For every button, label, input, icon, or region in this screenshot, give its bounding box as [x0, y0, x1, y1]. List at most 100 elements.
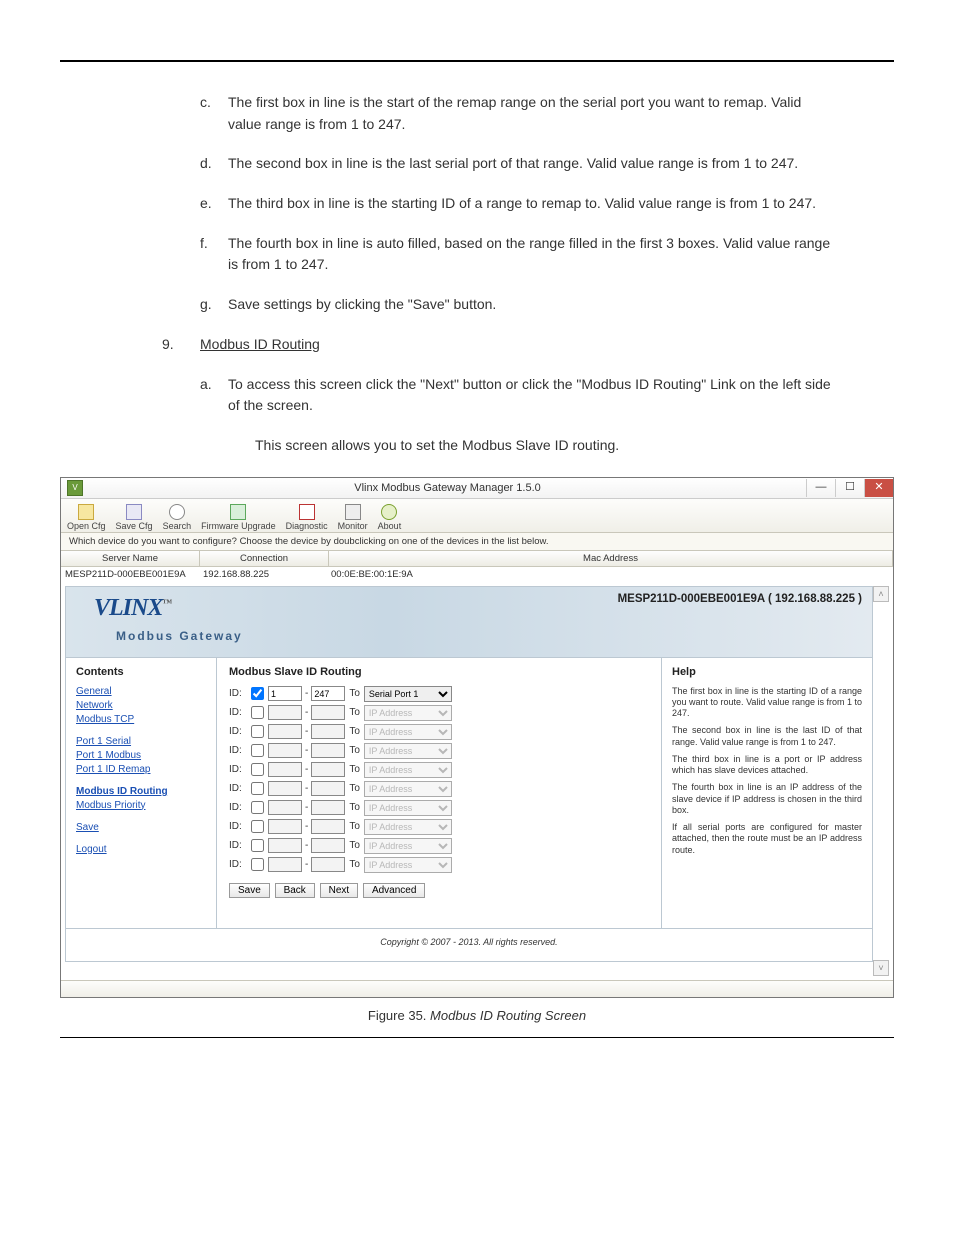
save-button[interactable]: Save: [229, 883, 270, 898]
search-button[interactable]: Search: [163, 504, 192, 531]
nav-modbus-id-routing[interactable]: Modbus ID Routing: [76, 786, 206, 797]
id-start-input[interactable]: [268, 800, 302, 815]
route-target-select[interactable]: IP Address: [364, 800, 452, 816]
save-cfg-button[interactable]: Save Cfg: [116, 504, 153, 531]
id-start-input[interactable]: [268, 781, 302, 796]
id-label: ID:: [229, 821, 251, 832]
id-start-input[interactable]: [268, 857, 302, 872]
status-bar: [61, 980, 893, 997]
contents-heading: Contents: [76, 666, 206, 678]
monitor-button[interactable]: Monitor: [338, 504, 368, 531]
logo-subtitle: Modbus Gateway: [116, 629, 243, 643]
id-start-input[interactable]: [268, 743, 302, 758]
help-panel: Help The first box in line is the starti…: [662, 658, 872, 928]
diagnostic-button[interactable]: Diagnostic: [286, 504, 328, 531]
maximize-button[interactable]: ☐: [835, 479, 864, 497]
back-button[interactable]: Back: [275, 883, 315, 898]
scroll-up-button[interactable]: ˄: [873, 586, 889, 602]
nav-port1-remap[interactable]: Port 1 ID Remap: [76, 764, 206, 775]
about-button[interactable]: About: [378, 504, 402, 531]
routing-row: ID:-ToIP Address: [229, 819, 649, 835]
route-target-select[interactable]: IP Address: [364, 762, 452, 778]
id-end-input[interactable]: [311, 838, 345, 853]
col-connection[interactable]: Connection: [200, 551, 329, 566]
next-button[interactable]: Next: [320, 883, 359, 898]
help-p4: The fourth box in line is an IP address …: [672, 782, 862, 816]
row-enable-checkbox[interactable]: [251, 820, 264, 833]
nav-modbus-tcp[interactable]: Modbus TCP: [76, 714, 206, 725]
copyright: Copyright © 2007 - 2013. All rights rese…: [65, 929, 873, 962]
route-target-select[interactable]: IP Address: [364, 819, 452, 835]
id-start-input[interactable]: [268, 838, 302, 853]
route-target-select[interactable]: Serial Port 1: [364, 686, 452, 702]
routing-row: ID:-ToIP Address: [229, 800, 649, 816]
close-button[interactable]: ✕: [864, 479, 893, 497]
routing-row: ID:-ToIP Address: [229, 838, 649, 854]
route-target-select[interactable]: IP Address: [364, 781, 452, 797]
id-end-input[interactable]: [311, 857, 345, 872]
row-enable-checkbox[interactable]: [251, 725, 264, 738]
nav-modbus-priority[interactable]: Modbus Priority: [76, 800, 206, 811]
id-start-input[interactable]: [268, 762, 302, 777]
id-end-input[interactable]: [311, 800, 345, 815]
list-item-9: 9. Modbus ID Routing: [162, 334, 834, 356]
nav-general[interactable]: General: [76, 686, 206, 697]
id-start-input[interactable]: [268, 724, 302, 739]
device-row[interactable]: MESP211D-000EBE001E9A 192.168.88.225 00:…: [61, 567, 893, 582]
id-label: ID:: [229, 745, 251, 756]
nav-port1-serial[interactable]: Port 1 Serial: [76, 736, 206, 747]
row-enable-checkbox[interactable]: [251, 801, 264, 814]
route-target-select[interactable]: IP Address: [364, 743, 452, 759]
firmware-upgrade-button[interactable]: Firmware Upgrade: [201, 504, 276, 531]
app-icon: V: [67, 480, 83, 496]
list-item-f: f.The fourth box in line is auto filled,…: [200, 233, 834, 276]
id-start-input[interactable]: [268, 686, 302, 701]
id-end-input[interactable]: [311, 705, 345, 720]
nav-logout[interactable]: Logout: [76, 844, 206, 855]
route-target-select[interactable]: IP Address: [364, 724, 452, 740]
col-server-name[interactable]: Server Name: [61, 551, 200, 566]
id-label: ID:: [229, 840, 251, 851]
row-enable-checkbox[interactable]: [251, 782, 264, 795]
search-icon: [169, 504, 185, 520]
id-end-input[interactable]: [311, 724, 345, 739]
id-label: ID:: [229, 859, 251, 870]
web-pane: ˄ ˅ VLINX™ Modbus Gateway MESP211D-000EB…: [65, 586, 889, 976]
id-label: ID:: [229, 802, 251, 813]
id-start-input[interactable]: [268, 705, 302, 720]
help-p1: The first box in line is the starting ID…: [672, 686, 862, 720]
minimize-button[interactable]: —: [806, 479, 835, 497]
id-end-input[interactable]: [311, 762, 345, 777]
nav-network[interactable]: Network: [76, 700, 206, 711]
routing-row: ID:-ToIP Address: [229, 743, 649, 759]
routing-row: ID:-ToIP Address: [229, 724, 649, 740]
id-start-input[interactable]: [268, 819, 302, 834]
col-mac-address[interactable]: Mac Address: [329, 551, 893, 566]
open-cfg-button[interactable]: Open Cfg: [67, 504, 106, 531]
window-titlebar[interactable]: V Vlinx Modbus Gateway Manager 1.5.0 — ☐…: [61, 478, 893, 499]
window-title: Vlinx Modbus Gateway Manager 1.5.0: [89, 482, 806, 494]
route-target-select[interactable]: IP Address: [364, 838, 452, 854]
id-label: ID:: [229, 688, 251, 699]
help-p3: The third box in line is a port or IP ad…: [672, 754, 862, 777]
advanced-button[interactable]: Advanced: [363, 883, 425, 898]
route-target-select[interactable]: IP Address: [364, 857, 452, 873]
id-end-input[interactable]: [311, 819, 345, 834]
row-enable-checkbox[interactable]: [251, 839, 264, 852]
row-enable-checkbox[interactable]: [251, 744, 264, 757]
row-enable-checkbox[interactable]: [251, 858, 264, 871]
row-enable-checkbox[interactable]: [251, 687, 264, 700]
monitor-icon: [345, 504, 361, 520]
nav-port1-modbus[interactable]: Port 1 Modbus: [76, 750, 206, 761]
id-end-input[interactable]: [311, 686, 345, 701]
row-enable-checkbox[interactable]: [251, 763, 264, 776]
horizontal-rule-bottom: [60, 1037, 894, 1038]
nav-save[interactable]: Save: [76, 822, 206, 833]
scroll-down-button[interactable]: ˅: [873, 960, 889, 976]
id-end-input[interactable]: [311, 743, 345, 758]
document-body: c.The first box in line is the start of …: [200, 92, 834, 457]
route-target-select[interactable]: IP Address: [364, 705, 452, 721]
row-enable-checkbox[interactable]: [251, 706, 264, 719]
help-p2: The second box in line is the last ID of…: [672, 725, 862, 748]
id-end-input[interactable]: [311, 781, 345, 796]
